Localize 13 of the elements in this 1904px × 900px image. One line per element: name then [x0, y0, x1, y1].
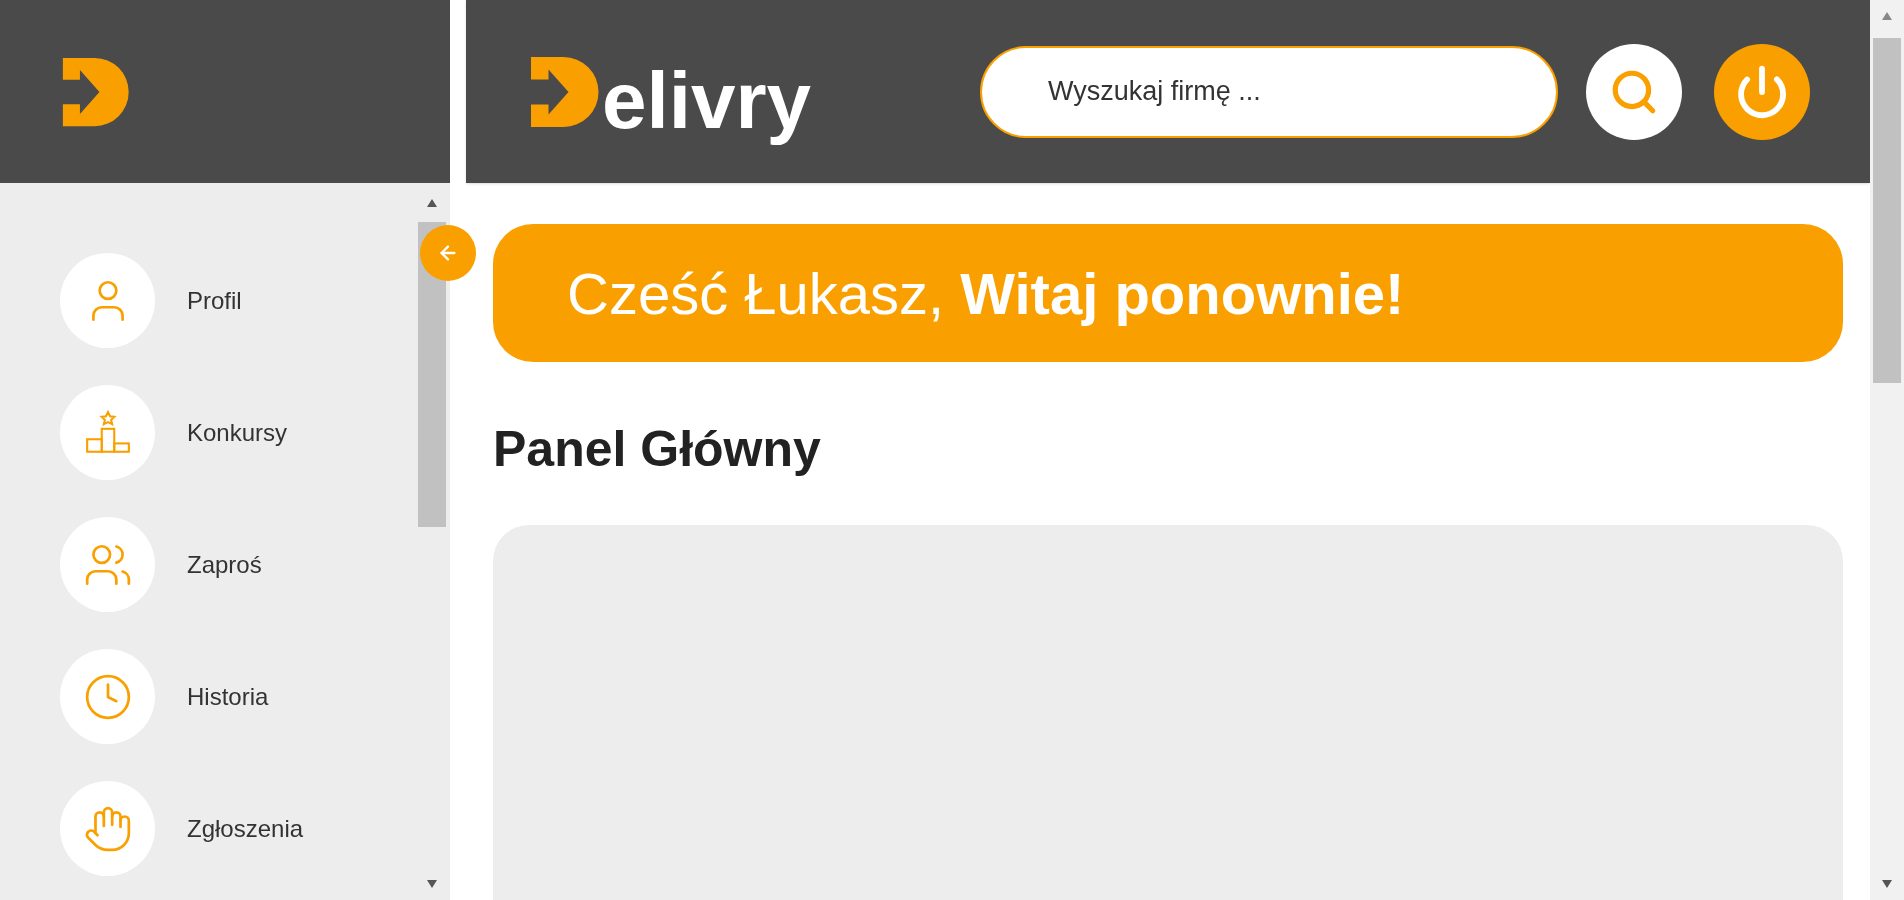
search-field[interactable]: Wyszukaj firmę ...	[980, 45, 1558, 138]
sidebar-item[interactable]: Profil	[60, 253, 417, 348]
welcome-text: Cześć Łukasz, Witaj ponownie!	[567, 259, 1405, 328]
scroll-up-icon[interactable]	[1882, 12, 1892, 20]
scroll-down-icon[interactable]	[1882, 880, 1892, 888]
page-title: Panel Główny	[493, 420, 822, 479]
scrollbar[interactable]	[1870, 0, 1904, 900]
scroll-down-icon[interactable]	[427, 880, 437, 888]
sidebar-item[interactable]: Zaproś	[60, 517, 417, 612]
sidebar-item[interactable]: Konkursy	[60, 385, 417, 480]
sidebar-item[interactable]: Zgłoszenia	[60, 781, 417, 876]
sidebar-item[interactable]: Historia	[60, 649, 417, 744]
scroll-up-icon[interactable]	[427, 199, 437, 207]
